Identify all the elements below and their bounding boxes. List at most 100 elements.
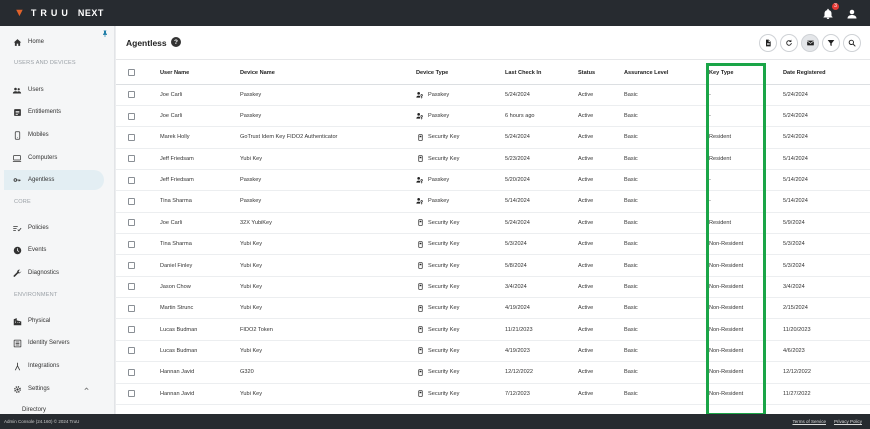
row-checkbox[interactable] [128, 197, 135, 205]
cell-assurance-level: Basic [624, 233, 709, 256]
sidebar-item-label: Home [28, 39, 45, 45]
computer-icon [12, 153, 22, 163]
truu-logo[interactable]: ▼ TRUU NEXT [14, 7, 104, 19]
cell-date-registered: 11/27/2022 [783, 383, 870, 405]
sidebar-item-users[interactable]: Users [4, 80, 104, 100]
table-row[interactable]: Lucas Budman FIDO2 Token Security Key 11/21… [116, 318, 870, 341]
column-header-user-name[interactable]: User Name [160, 62, 240, 85]
select-all-checkbox[interactable] [128, 69, 135, 77]
sidebar-item-directory[interactable]: Directory [4, 400, 104, 414]
table-row[interactable]: Joe Carli 32X YubiKey Security Key 5/24/202… [116, 212, 870, 235]
column-header-date-registered[interactable]: Date Registered [783, 62, 870, 85]
device-type-label: Security Key [428, 134, 460, 141]
security-key-icon [416, 262, 424, 270]
row-checkbox[interactable] [128, 219, 135, 227]
table-row[interactable]: Hannan Javid Yubi Key Security Key 7/12/202… [116, 383, 870, 405]
building-icon [12, 316, 22, 326]
user-account-button[interactable] [846, 7, 858, 19]
cell-assurance-level: Basic [624, 340, 709, 363]
table-row[interactable]: Jason Chow Yubi Key Security Key 3/4/2024 Ac… [116, 276, 870, 299]
sidebar-item-events[interactable]: Events [4, 240, 104, 260]
cell-device-type: Passkey [416, 105, 505, 128]
row-select-cell [116, 84, 160, 106]
privacy-link[interactable]: Privacy Policy [834, 419, 862, 424]
row-checkbox[interactable] [128, 304, 135, 312]
table-row[interactable]: Marek Holly GoTrust Idem Key FIDO2 Authen… [116, 126, 870, 149]
security-key-icon [416, 390, 424, 398]
sidebar-item-entitlements[interactable]: Entitlements [4, 102, 104, 122]
sidebar-item-diagnostics[interactable]: Diagnostics [4, 263, 104, 283]
user-icon [847, 9, 857, 19]
column-header-assurance-level[interactable]: Assurance Level [624, 62, 709, 85]
filter-button[interactable] [823, 35, 839, 51]
row-checkbox[interactable] [128, 283, 135, 291]
cell-status: Active [578, 383, 624, 405]
sidebar-item-label: Mobiles [28, 132, 49, 138]
integrations-icon [12, 361, 22, 371]
table-row[interactable]: Joe Carli Passkey Passkey 5/24/2024 Active Ba… [116, 84, 870, 106]
sidebar-item-computers[interactable]: Computers [4, 148, 104, 168]
column-header-device-type[interactable]: Device Type [416, 62, 505, 85]
chevron-up-icon[interactable] [83, 386, 90, 392]
table-row[interactable]: Daniel Finley Yubi Key Security Key 5/8/202… [116, 254, 870, 277]
row-checkbox[interactable] [128, 240, 135, 248]
email-button[interactable] [802, 35, 818, 51]
cell-date-registered: 5/14/2024 [783, 190, 870, 213]
row-checkbox[interactable] [128, 133, 135, 141]
row-checkbox[interactable] [128, 347, 135, 355]
table-row[interactable]: Jeff Friedsam Passkey Passkey 5/20/2024 Acti… [116, 169, 870, 192]
cell-device-name: Yubi Key [240, 297, 416, 320]
cell-device-type: Security Key [416, 254, 505, 277]
column-header-key-type[interactable]: Key Type [709, 62, 783, 85]
column-header-last-check-in[interactable]: Last Check In [505, 62, 578, 85]
device-type-label: Passkey [428, 198, 450, 205]
row-checkbox[interactable] [128, 262, 135, 270]
select-all-cell [116, 62, 160, 85]
help-icon[interactable]: ? [171, 37, 181, 47]
sidebar-item-label: Policies [28, 225, 49, 231]
cell-last-check-in: 5/3/2024 [505, 233, 578, 256]
table-row[interactable]: Tina Sharma Passkey Passkey 5/14/2024 Active… [116, 190, 870, 213]
cell-user-name: Lucas Budman [160, 340, 240, 363]
table-row[interactable]: Hannan Javid G320 Security Key 12/12/2022 Ac… [116, 361, 870, 384]
table-row[interactable]: Tina Sharma Yubi Key Security Key 5/3/2024 A… [116, 233, 870, 256]
cell-user-name: Joe Carli [160, 212, 240, 235]
sidebar-item-label: Events [28, 247, 47, 253]
refresh-button[interactable] [781, 35, 797, 51]
row-checkbox[interactable] [128, 390, 135, 398]
row-checkbox[interactable] [128, 112, 135, 120]
sidebar-item-mobiles[interactable]: Mobiles [4, 125, 104, 145]
sidebar-item-physical[interactable]: Physical [4, 311, 104, 331]
row-select-cell [116, 276, 160, 299]
table-row[interactable]: Lucas Budman Yubi Key Security Key 4/19/202… [116, 340, 870, 363]
row-checkbox[interactable] [128, 155, 135, 163]
row-checkbox[interactable] [128, 368, 135, 376]
table-row[interactable]: Martin Strunc Yubi Key Security Key 4/19/20… [116, 297, 870, 320]
sidebar-item-agentless[interactable]: Agentless [4, 170, 104, 190]
sidebar-item-settings[interactable]: Settings [4, 379, 104, 399]
sidebar-item-label: Identity Servers [28, 340, 70, 346]
column-header-status[interactable]: Status [578, 62, 624, 85]
table-row[interactable]: Joe Carli Passkey Passkey 6 hours ago Active… [116, 105, 870, 128]
export-button[interactable] [760, 35, 776, 51]
terms-link[interactable]: Terms of Service [792, 419, 826, 424]
column-header-device-name[interactable]: Device Name [240, 62, 416, 85]
row-select-cell [116, 212, 160, 235]
agentless-table: User Name Device Name Device Type Last C… [116, 62, 870, 414]
cell-date-registered: 5/14/2024 [783, 169, 870, 192]
sidebar-item-policies[interactable]: Policies [4, 218, 104, 238]
table-row[interactable]: Jeff Friedsam Yubi Key Security Key 5/23/20… [116, 148, 870, 170]
sidebar-item-integrations[interactable]: Integrations [4, 356, 104, 376]
row-checkbox[interactable] [128, 176, 135, 184]
cell-device-type: Security Key [416, 383, 505, 405]
sidebar-item-identity-servers[interactable]: Identity Servers [4, 333, 104, 353]
footer-copyright: Admin Console (24.160) © 2024 TruU [4, 419, 80, 424]
cell-assurance-level: Basic [624, 169, 709, 192]
search-button[interactable] [844, 35, 860, 51]
row-checkbox[interactable] [128, 91, 135, 99]
device-type-label: Security Key [428, 241, 460, 248]
sidebar-item-home[interactable]: Home [4, 32, 104, 52]
device-type-label: Security Key [428, 219, 460, 226]
notifications-button[interactable]: 3 [822, 3, 839, 19]
row-checkbox[interactable] [128, 326, 135, 334]
